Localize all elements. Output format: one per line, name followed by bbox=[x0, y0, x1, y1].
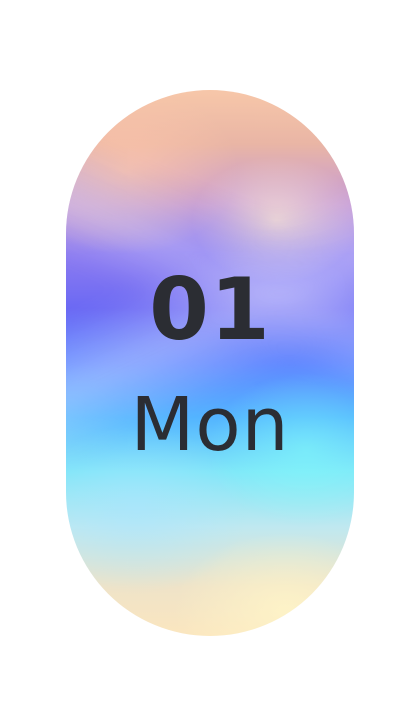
day-name: Mon bbox=[130, 382, 290, 468]
screen: 01 Mon bbox=[0, 0, 420, 720]
date-card[interactable]: 01 Mon bbox=[66, 90, 354, 636]
date-number: 01 bbox=[149, 260, 271, 360]
